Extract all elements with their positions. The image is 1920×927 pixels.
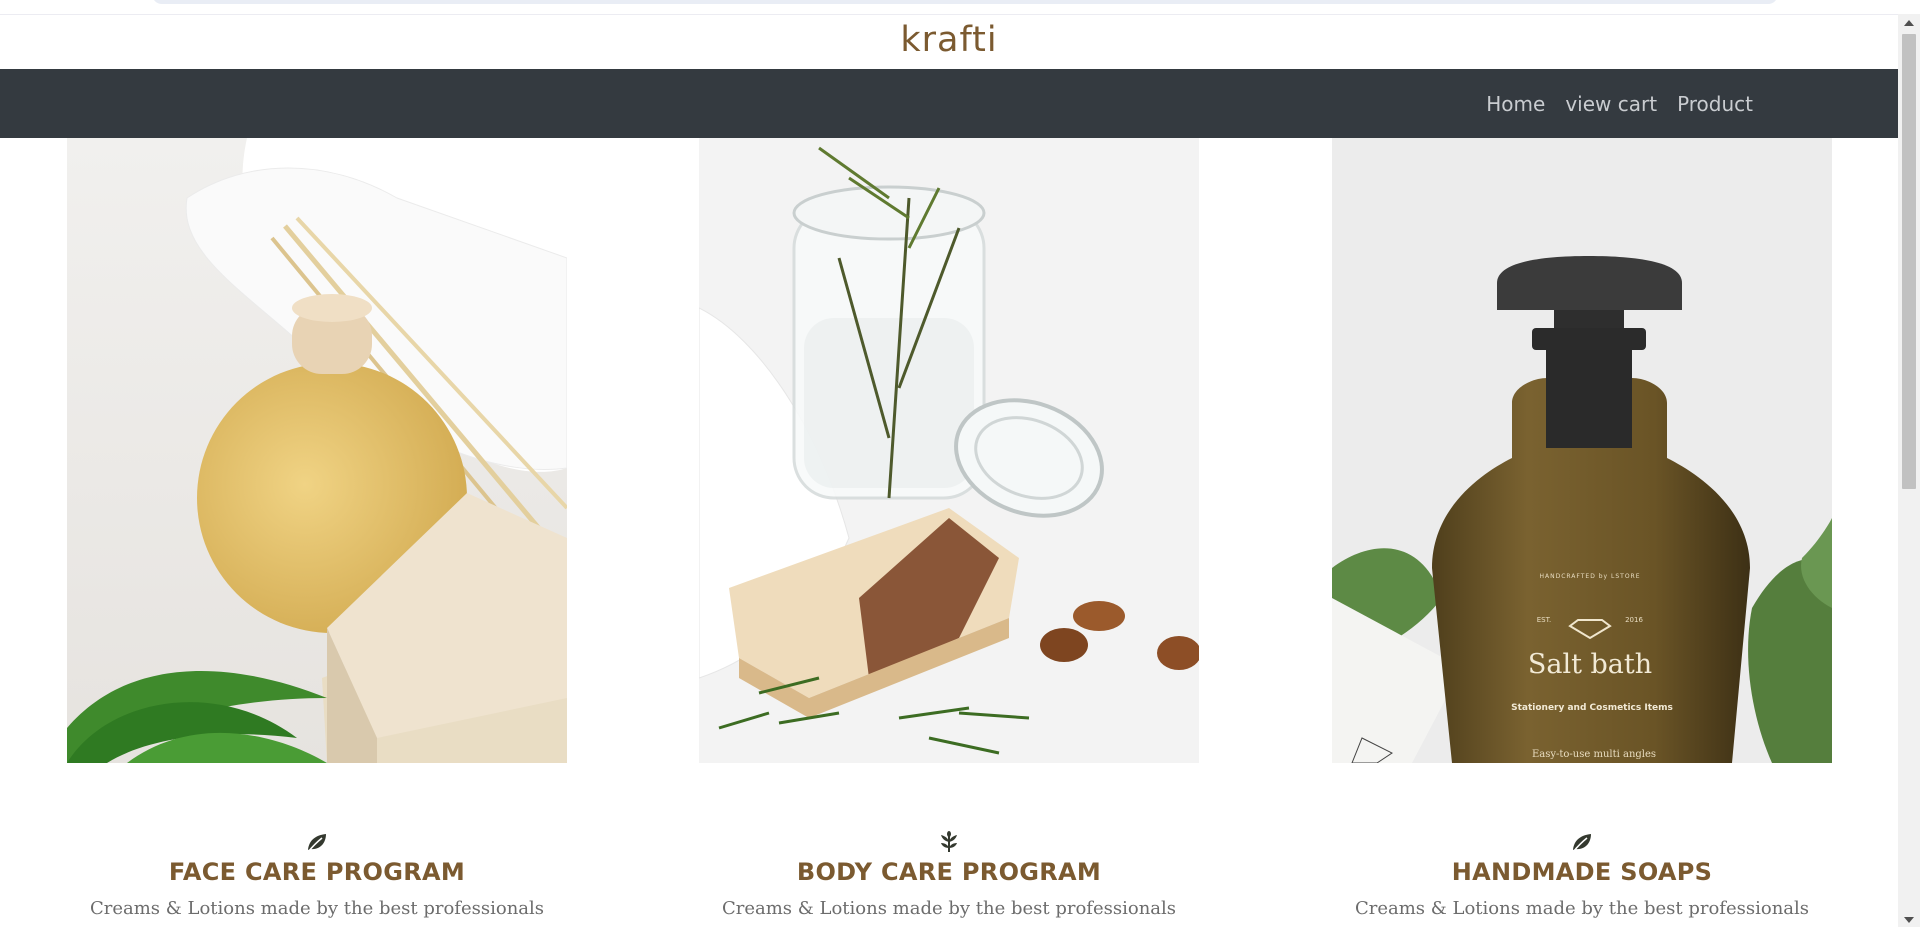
scrollbar-thumb[interactable] (1902, 34, 1916, 489)
card-title[interactable]: HANDMADE SOAPS (1332, 858, 1832, 886)
bottle-label-est: EST. (1537, 616, 1552, 624)
bottle-label-name: Salt bath (1528, 649, 1652, 680)
address-bar-edge (152, 0, 1778, 4)
nav-link-view-cart[interactable]: view cart (1565, 92, 1657, 116)
card-title[interactable]: BODY CARE PROGRAM (699, 858, 1199, 886)
handmade-soaps-card: HANDMADE SOAPS Creams & Lotions made by … (1332, 830, 1832, 919)
page-scrollbar[interactable] (1898, 14, 1920, 927)
card-title[interactable]: FACE CARE PROGRAM (67, 858, 567, 886)
leaf-icon (307, 834, 326, 853)
bottle-label-sub: Stationery and Cosmetics Items (1511, 703, 1673, 713)
body-care-image (699, 138, 1199, 763)
site-logo[interactable]: krafti (0, 20, 1898, 60)
herb-sprig-icon (941, 831, 957, 852)
nav-links: Home view cart Product (1486, 69, 1753, 138)
card-description: Creams & Lotions made by the best profes… (721, 898, 1177, 919)
bottle-label-year: 2016 (1625, 616, 1643, 624)
card-description: Creams & Lotions made by the best profes… (89, 898, 545, 919)
bottle-label-footer: Easy-to-use multi angles (1532, 749, 1656, 760)
bottle-label-top: HANDCRAFTED by LSTORE (1539, 573, 1640, 580)
nav-link-product[interactable]: Product (1677, 92, 1753, 116)
face-care-image (67, 138, 567, 763)
body-care-card: BODY CARE PROGRAM Creams & Lotions made … (699, 830, 1199, 919)
handmade-soaps-image: HANDCRAFTED by LSTORE EST. 2016 Salt bat… (1332, 138, 1832, 763)
face-care-card: FACE CARE PROGRAM Creams & Lotions made … (67, 830, 567, 919)
browser-top-strip (0, 0, 1898, 15)
main-navbar: Home view cart Product (0, 69, 1898, 138)
leaf-icon (1572, 834, 1591, 853)
nav-link-home[interactable]: Home (1486, 92, 1545, 116)
scroll-down-arrow-icon[interactable] (1904, 917, 1914, 923)
scroll-up-arrow-icon[interactable] (1904, 20, 1914, 26)
card-description: Creams & Lotions made by the best profes… (1354, 898, 1810, 919)
